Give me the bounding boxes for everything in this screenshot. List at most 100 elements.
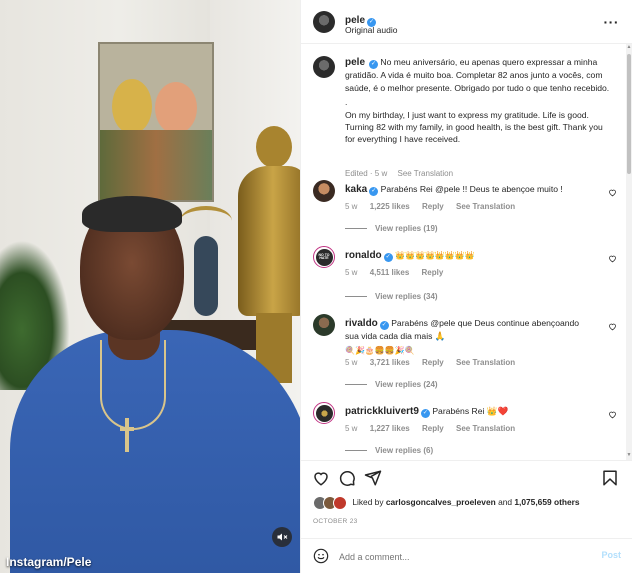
commenter-avatar[interactable]: NO TO HATE xyxy=(313,246,335,268)
comment-meta: 5 w 4,511 likes Reply xyxy=(345,268,453,277)
comment-meta: 5 w 3,721 likes Reply See Translation xyxy=(345,358,525,367)
cross-pendant xyxy=(120,418,134,452)
post-date[interactable]: OCTOBER 23 xyxy=(313,518,358,525)
bookmark-icon[interactable] xyxy=(601,469,619,487)
comment-body: rivaldo ✓ Parabéns @pele que Deus continu… xyxy=(345,317,595,357)
replies-line xyxy=(345,450,367,452)
comment-text: 👑👑👑👑👑👑👑👑 xyxy=(395,251,475,260)
instagram-post: Instagram/Pele pele ✓ Original audio ··· … xyxy=(0,0,632,573)
likes-summary: Liked by carlosgoncalves_proeleven and 1… xyxy=(313,496,580,510)
reply-button[interactable]: Reply xyxy=(422,268,444,277)
image-credit: Instagram/Pele xyxy=(6,555,92,569)
comment-age: 5 w xyxy=(345,202,358,211)
reply-button[interactable]: Reply xyxy=(422,358,444,367)
commenter-avatar[interactable] xyxy=(313,402,335,424)
comment-age: 5 w xyxy=(345,268,358,277)
comment-emoji-line: 🍭🎉🎂🍔🍔🎉🍭 xyxy=(345,345,415,355)
like-comment-icon[interactable] xyxy=(608,254,617,263)
speaker-muted-icon xyxy=(277,533,288,541)
caption-edited: Edited · 5 w xyxy=(345,169,388,178)
caption-text-en: On my birthday, I just want to express m… xyxy=(345,109,603,145)
caption-separator: . xyxy=(345,97,348,108)
comment-likes[interactable]: 1,225 likes xyxy=(370,202,410,211)
post-header: pele ✓ Original audio ··· xyxy=(301,0,632,44)
comment-likes[interactable]: 3,721 likes xyxy=(370,358,410,367)
commenter-username[interactable]: kaka xyxy=(345,184,367,195)
liked-by-prefix: Liked by xyxy=(352,497,384,508)
caption-username[interactable]: pele xyxy=(345,57,365,68)
like-comment-icon[interactable] xyxy=(608,410,617,419)
view-replies-label: View replies (6) xyxy=(375,446,434,455)
commenter-username[interactable]: rivaldo xyxy=(345,318,378,329)
scroll-down-icon[interactable]: ▼ xyxy=(626,452,632,460)
caption-meta: Edited · 5 w See Translation xyxy=(345,169,453,178)
necklace xyxy=(100,340,166,430)
view-replies-button[interactable]: View replies (19) xyxy=(345,224,438,233)
commenter-avatar[interactable] xyxy=(313,180,335,202)
commenter-avatar[interactable] xyxy=(313,314,335,336)
caption-see-translation[interactable]: See Translation xyxy=(397,169,453,178)
replies-line xyxy=(345,228,367,230)
audio-label[interactable]: Original audio xyxy=(345,25,397,35)
liked-by-user[interactable]: carlosgoncalves_proeleven xyxy=(386,497,496,507)
view-replies-label: View replies (19) xyxy=(375,224,438,233)
golden-statue xyxy=(228,118,300,383)
see-translation-button[interactable]: See Translation xyxy=(456,202,515,211)
caption-text: pele ✓ No meu aniversário, eu apenas quer… xyxy=(345,56,615,146)
heart-icon[interactable] xyxy=(312,469,330,487)
replies-line xyxy=(345,296,367,298)
scroll-up-icon[interactable]: ▲ xyxy=(626,44,632,52)
video-player[interactable]: Instagram/Pele xyxy=(0,0,300,573)
view-replies-label: View replies (34) xyxy=(375,292,438,301)
post-button[interactable]: Post xyxy=(601,550,621,560)
more-options-icon[interactable]: ··· xyxy=(604,14,620,30)
author-avatar[interactable] xyxy=(313,11,335,33)
person-hair xyxy=(82,196,182,232)
candelabra xyxy=(180,196,232,326)
emoji-icon[interactable] xyxy=(313,548,329,564)
liker-avatars xyxy=(313,496,347,510)
comment-body: ronaldo ✓ 👑👑👑👑👑👑👑👑 xyxy=(345,249,595,262)
avatar-badge-text: NO TO HATE xyxy=(315,248,333,266)
comments-scroll-area[interactable]: pele ✓ No meu aniversário, eu apenas quer… xyxy=(301,44,627,460)
comment-meta: 5 w 1,225 likes Reply See Translation xyxy=(345,202,525,211)
view-replies-button[interactable]: View replies (34) xyxy=(345,292,438,301)
wall-painting xyxy=(98,42,214,202)
comment-text: Parabéns Rei @pele !! Deus te abençoe mu… xyxy=(380,184,563,194)
reply-button[interactable]: Reply xyxy=(422,202,444,211)
action-bar xyxy=(301,460,632,493)
view-replies-button[interactable]: View replies (6) xyxy=(345,446,433,455)
scrollbar-thumb[interactable] xyxy=(627,54,631,174)
likes-count[interactable]: 1,075,659 others xyxy=(514,497,579,507)
view-replies-button[interactable]: View replies (24) xyxy=(345,380,438,389)
comment-text: Parabéns Rei 👑❤️ xyxy=(432,406,509,416)
caption-avatar[interactable] xyxy=(313,56,335,78)
comment-input[interactable] xyxy=(339,550,579,564)
verified-badge-icon: ✓ xyxy=(420,409,430,418)
see-translation-button[interactable]: See Translation xyxy=(456,424,515,433)
verified-badge-icon: ✓ xyxy=(369,60,379,69)
reply-button[interactable]: Reply xyxy=(422,424,444,433)
comment-body: patrickkluivert9 ✓ Parabéns Rei 👑❤️ xyxy=(345,405,595,418)
comment-meta: 5 w 1,227 likes Reply See Translation xyxy=(345,424,525,433)
scrollbar[interactable]: ▲ ▼ xyxy=(626,44,632,460)
like-comment-icon[interactable] xyxy=(608,188,617,197)
post-sidebar: pele ✓ Original audio ··· pele ✓ No meu an… xyxy=(300,0,632,573)
view-replies-label: View replies (24) xyxy=(375,380,438,389)
commenter-username[interactable]: ronaldo xyxy=(345,250,382,261)
verified-badge-icon: ✓ xyxy=(383,253,393,262)
comment-body: kaka ✓ Parabéns Rei @pele !! Deus te aben… xyxy=(345,183,595,196)
comment-icon[interactable] xyxy=(338,469,356,487)
comment-likes[interactable]: 4,511 likes xyxy=(370,268,410,277)
avatar-image xyxy=(315,404,333,422)
add-comment-bar: Post xyxy=(301,538,632,573)
share-icon[interactable] xyxy=(364,469,382,487)
commenter-username[interactable]: patrickkluivert9 xyxy=(345,406,419,417)
comment-age: 5 w xyxy=(345,424,358,433)
comment-likes[interactable]: 1,227 likes xyxy=(370,424,410,433)
like-comment-icon[interactable] xyxy=(608,322,617,331)
replies-line xyxy=(345,384,367,386)
comment-age: 5 w xyxy=(345,358,358,367)
see-translation-button[interactable]: See Translation xyxy=(456,358,515,367)
mute-button[interactable] xyxy=(272,527,292,547)
